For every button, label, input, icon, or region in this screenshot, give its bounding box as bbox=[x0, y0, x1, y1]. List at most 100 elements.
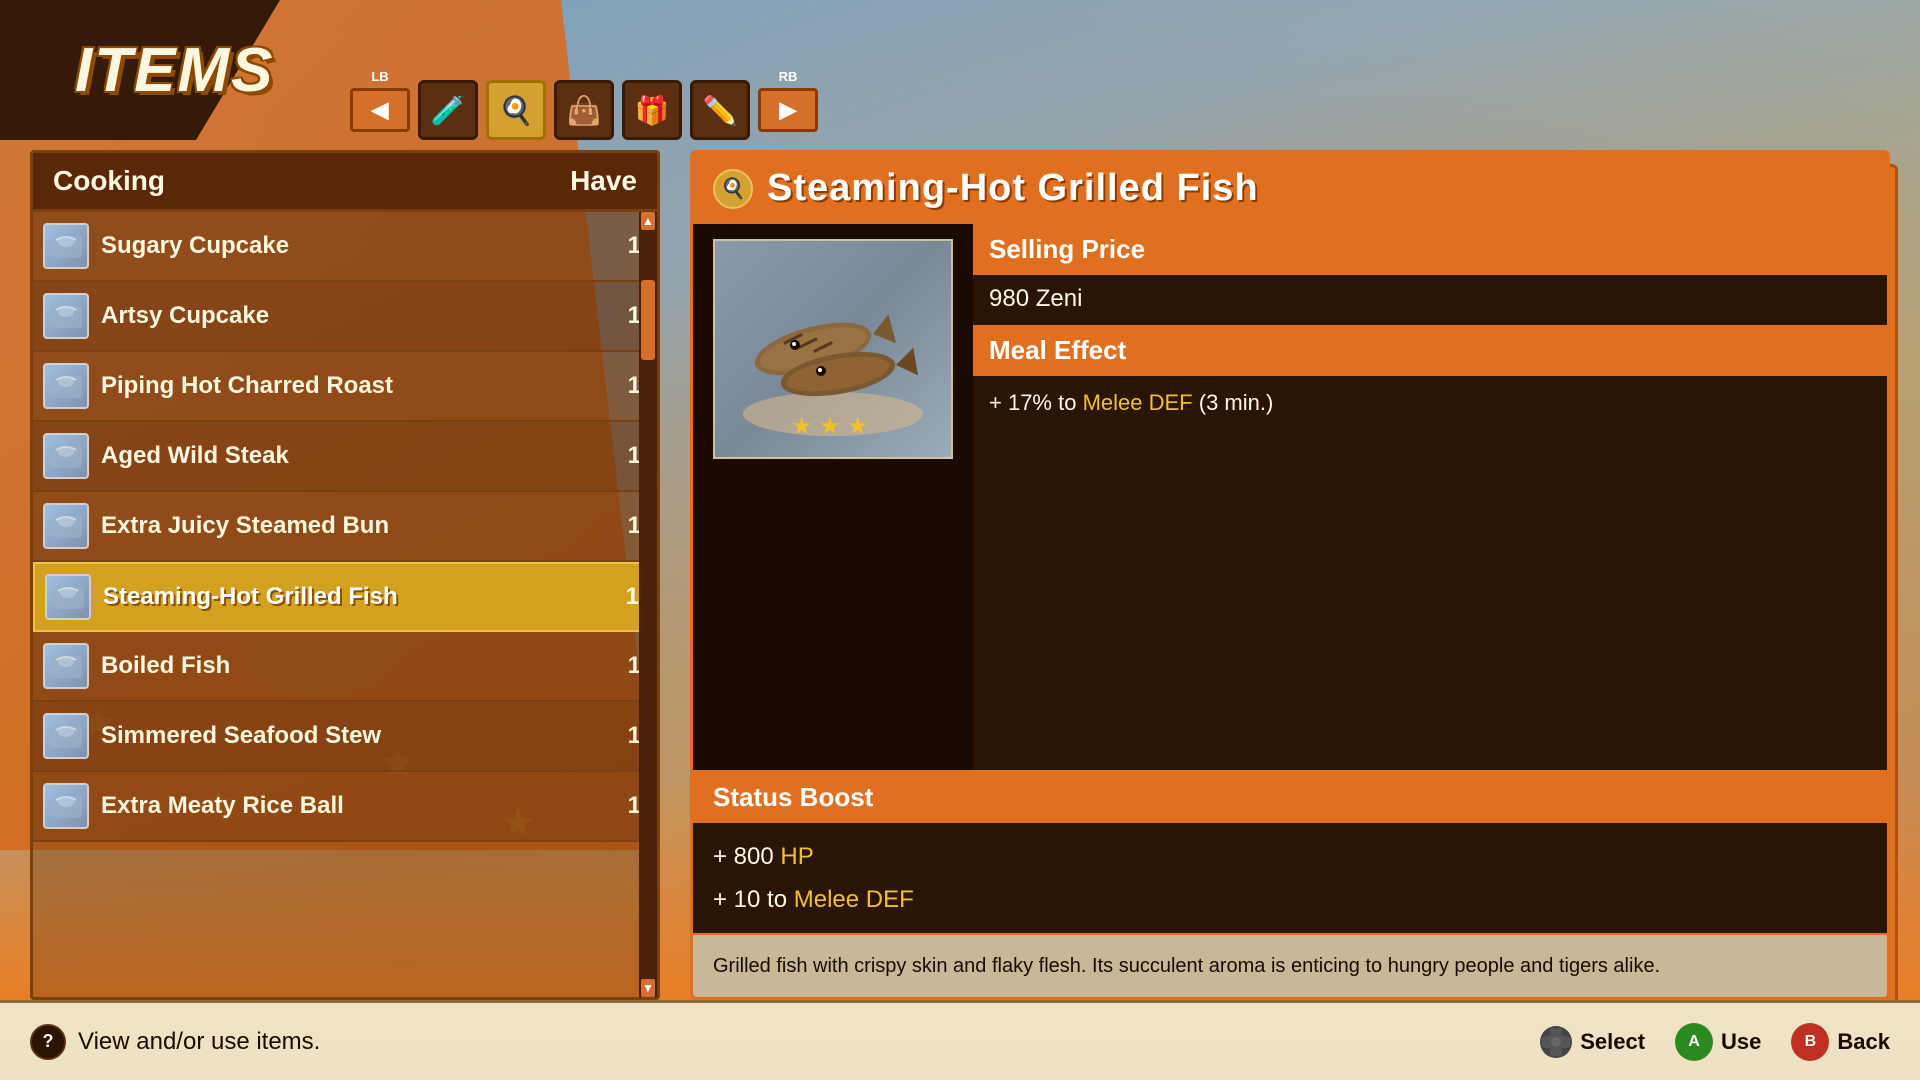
boost-hp-text: + 800 bbox=[713, 843, 774, 870]
status-boost-label: Status Boost bbox=[713, 782, 873, 812]
detail-info-section: Selling Price 980 Zeni Meal Effect + 17%… bbox=[973, 224, 1887, 770]
item-list: Sugary Cupcake 1 Artsy Cupcake 1 Pip bbox=[33, 212, 657, 842]
item-row-count: 1 bbox=[621, 442, 641, 470]
b-button-icon: B bbox=[1791, 1023, 1829, 1061]
detail-title-bar: 🍳 Steaming-Hot Grilled Fish bbox=[693, 153, 1887, 224]
item-row-icon bbox=[43, 223, 89, 269]
item-row-name: Sugary Cupcake bbox=[101, 232, 621, 260]
item-detail-panel: 🍳 Steaming-Hot Grilled Fish bbox=[690, 150, 1890, 1000]
lb-label: LB bbox=[371, 69, 388, 84]
item-row[interactable]: Extra Juicy Steamed Bun 1 bbox=[33, 492, 657, 562]
dpad-icon bbox=[1540, 1026, 1572, 1058]
item-row[interactable]: Extra Meaty Rice Ball 1 bbox=[33, 772, 657, 842]
bottom-hint: ? View and/or use items. bbox=[30, 1024, 320, 1060]
item-row-count: 1 bbox=[621, 652, 641, 680]
item-row-name: Steaming-Hot Grilled Fish bbox=[103, 583, 619, 611]
item-row[interactable]: Aged Wild Steak 1 bbox=[33, 422, 657, 492]
detail-image-section: ★ ★ ★ bbox=[693, 224, 973, 770]
description-section: Grilled fish with crispy skin and flaky … bbox=[693, 933, 1887, 997]
bottom-bar: ? View and/or use items. Select A Use bbox=[0, 1000, 1920, 1080]
have-header-label: Have bbox=[570, 165, 637, 197]
item-row-icon bbox=[43, 433, 89, 479]
item-row-count: 1 bbox=[621, 792, 641, 820]
tab-icon-gift[interactable]: 🎁 bbox=[622, 80, 682, 140]
item-row[interactable]: Artsy Cupcake 1 bbox=[33, 282, 657, 352]
use-label: Use bbox=[1721, 1029, 1761, 1055]
scrollbar-thumb bbox=[641, 280, 655, 360]
item-row-name: Extra Juicy Steamed Bun bbox=[101, 512, 621, 540]
boost-def-text: + 10 to bbox=[713, 886, 787, 913]
right-arrow-icon: ▶ bbox=[780, 97, 797, 123]
item-row-icon bbox=[43, 643, 89, 689]
right-bumper-button[interactable]: RB ▶ bbox=[758, 88, 818, 132]
item-row-count: 1 bbox=[621, 372, 641, 400]
item-row-icon bbox=[43, 363, 89, 409]
item-row-icon bbox=[43, 713, 89, 759]
items-logo-text: ITEMS bbox=[75, 35, 274, 106]
svg-text:★: ★ bbox=[791, 413, 813, 440]
fish-svg: ★ ★ ★ bbox=[723, 249, 943, 449]
item-row-name: Aged Wild Steak bbox=[101, 442, 621, 470]
item-row-icon bbox=[43, 503, 89, 549]
boost-def-highlight: Melee DEF bbox=[794, 886, 914, 913]
cooking-header-label: Cooking bbox=[53, 165, 165, 197]
scroll-up-arrow[interactable]: ▲ bbox=[641, 212, 655, 230]
item-row-count: 1 bbox=[619, 583, 639, 611]
rb-label: RB bbox=[779, 69, 798, 84]
tab-icon-cooking[interactable]: 🍳 bbox=[486, 80, 546, 140]
main-container: ITEMS LB ◀ 🧪 🍳 👜 🎁 ✏️ RB ▶ Cooking Hav bbox=[0, 0, 1920, 1080]
item-row-icon bbox=[43, 293, 89, 339]
content-row: Cooking Have Sugary Cupcake 1 bbox=[0, 140, 1920, 1000]
item-row-name: Boiled Fish bbox=[101, 652, 621, 680]
item-row[interactable]: Piping Hot Charred Roast 1 bbox=[33, 352, 657, 422]
top-area: ITEMS LB ◀ 🧪 🍳 👜 🎁 ✏️ RB ▶ bbox=[0, 0, 1920, 140]
back-label: Back bbox=[1837, 1029, 1890, 1055]
item-row-name: Piping Hot Charred Roast bbox=[101, 372, 621, 400]
boost-def-line: + 10 to Melee DEF bbox=[713, 878, 1867, 921]
tabs-nav: LB ◀ 🧪 🍳 👜 🎁 ✏️ RB ▶ bbox=[340, 80, 818, 140]
bottom-controls: Select A Use B Back bbox=[1540, 1023, 1890, 1061]
item-row-count: 1 bbox=[621, 722, 641, 750]
svg-text:★: ★ bbox=[847, 413, 869, 440]
tab-icon-medicine[interactable]: 🧪 bbox=[418, 80, 478, 140]
item-row-name: Simmered Seafood Stew bbox=[101, 722, 621, 750]
scroll-down-arrow[interactable]: ▼ bbox=[641, 979, 655, 997]
hint-icon: ? bbox=[30, 1024, 66, 1060]
status-boost-header: Status Boost bbox=[693, 772, 1887, 823]
tab-icon-bag[interactable]: 👜 bbox=[554, 80, 614, 140]
selling-price-label: Selling Price bbox=[989, 234, 1145, 264]
item-row-name: Artsy Cupcake bbox=[101, 302, 621, 330]
left-bumper-button[interactable]: LB ◀ bbox=[350, 88, 410, 132]
item-row[interactable]: Steaming-Hot Grilled Fish 1 bbox=[33, 562, 657, 632]
items-logo: ITEMS bbox=[20, 20, 300, 140]
tab-icon-edit[interactable]: ✏️ bbox=[690, 80, 750, 140]
boost-hp-highlight: HP bbox=[780, 843, 813, 870]
use-control[interactable]: A Use bbox=[1675, 1023, 1761, 1061]
selling-price-header: Selling Price bbox=[973, 224, 1887, 275]
status-boost-section: Status Boost + 800 HP + 10 to Melee DEF bbox=[693, 770, 1887, 933]
selling-price-value: 980 Zeni bbox=[973, 275, 1887, 325]
meal-effect-duration: (3 min.) bbox=[1193, 390, 1274, 415]
boost-hp-line: + 800 HP bbox=[713, 835, 1867, 878]
meal-effect-value: + 17% to Melee DEF (3 min.) bbox=[973, 376, 1887, 770]
item-list-panel: Cooking Have Sugary Cupcake 1 bbox=[30, 150, 660, 1000]
back-control[interactable]: B Back bbox=[1791, 1023, 1890, 1061]
status-boost-body: + 800 HP + 10 to Melee DEF bbox=[693, 823, 1887, 933]
detail-card: 🍳 Steaming-Hot Grilled Fish bbox=[690, 150, 1890, 1000]
item-row-count: 1 bbox=[621, 512, 641, 540]
left-arrow-icon: ◀ bbox=[372, 97, 389, 123]
scrollbar: ▲ ▼ bbox=[639, 212, 657, 997]
item-row[interactable]: Sugary Cupcake 1 bbox=[33, 212, 657, 282]
item-row-name: Extra Meaty Rice Ball bbox=[101, 792, 621, 820]
item-list-scroll[interactable]: Sugary Cupcake 1 Artsy Cupcake 1 Pip bbox=[33, 212, 657, 997]
svg-text:★: ★ bbox=[819, 413, 841, 440]
meal-effect-header: Meal Effect bbox=[973, 325, 1887, 376]
item-row[interactable]: Boiled Fish 1 bbox=[33, 632, 657, 702]
item-row-icon bbox=[43, 783, 89, 829]
detail-body: ★ ★ ★ Selling Price 980 Zeni bbox=[693, 224, 1887, 770]
select-control[interactable]: Select bbox=[1540, 1026, 1645, 1058]
detail-image-box: ★ ★ ★ bbox=[713, 239, 953, 459]
item-row[interactable]: Simmered Seafood Stew 1 bbox=[33, 702, 657, 772]
detail-title-icon: 🍳 bbox=[713, 169, 753, 209]
item-list-header: Cooking Have bbox=[33, 153, 657, 212]
